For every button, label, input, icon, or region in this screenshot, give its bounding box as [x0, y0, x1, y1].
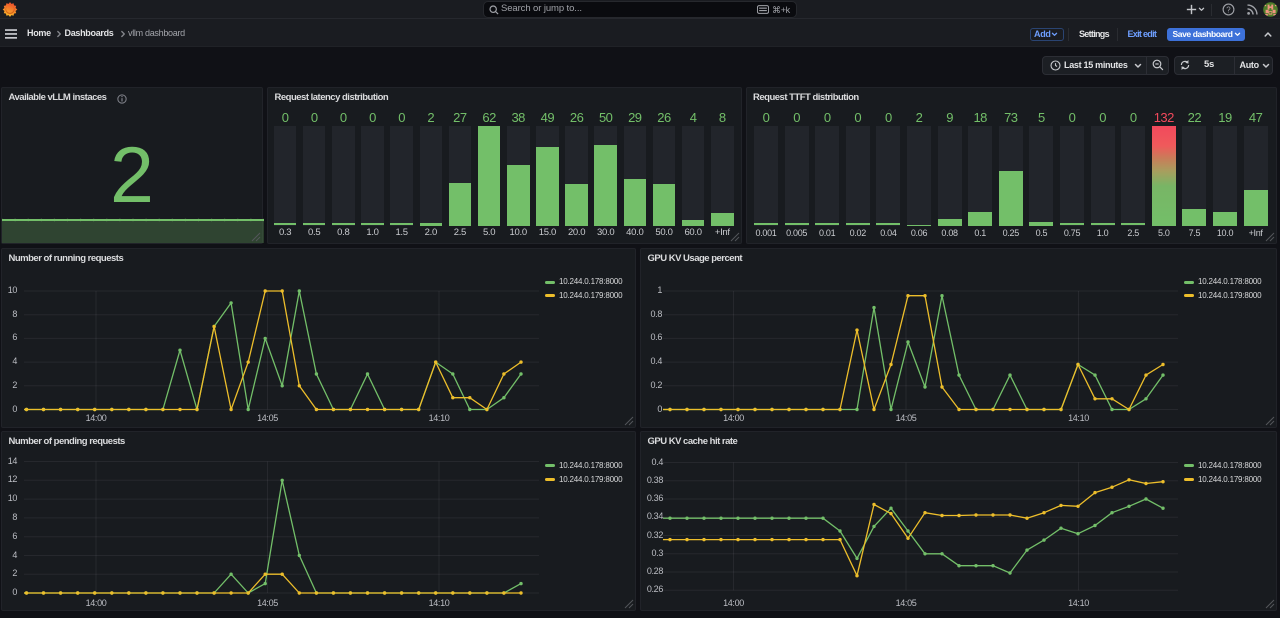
svg-text:?: ?: [1226, 5, 1231, 14]
